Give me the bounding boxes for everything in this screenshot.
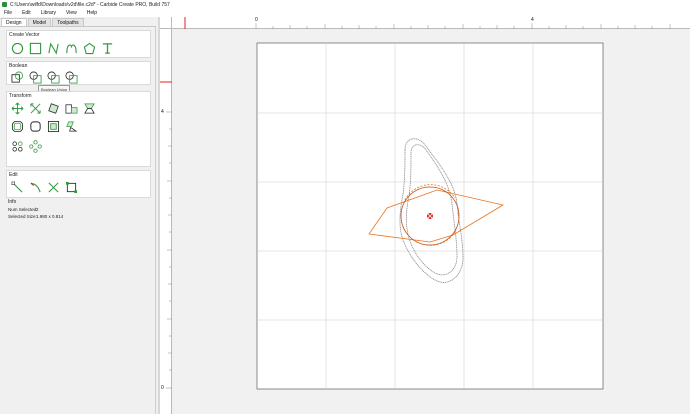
mirror-icon[interactable]	[82, 101, 96, 115]
rectangle-tool-icon[interactable]	[28, 41, 42, 55]
transform-section: Transform	[6, 91, 151, 167]
app-icon	[2, 2, 7, 7]
cut-icon[interactable]	[46, 180, 60, 194]
info-section: Info Num Selected: 2 Selected Size: 1.98…	[6, 198, 151, 222]
edit-title: Edit	[9, 172, 18, 178]
curve-tool-icon[interactable]	[64, 41, 78, 55]
menu-file[interactable]: File	[4, 10, 12, 16]
ruler-corner	[160, 17, 172, 29]
group-icon[interactable]	[46, 119, 60, 133]
window-title: C:\Users\wilfd\Downloads\v2d\file.c2d* -…	[10, 1, 170, 8]
tab-design[interactable]: Design	[1, 18, 27, 26]
create-vector-section: Create Vector	[6, 30, 151, 58]
selected-size-value: 1.980 x 0.814	[36, 214, 64, 219]
menu-view[interactable]: View	[66, 10, 77, 16]
circle-array-icon[interactable]	[28, 139, 42, 153]
ruler-left-label-0: 0	[161, 385, 164, 391]
num-selected-label: Num Selected:	[8, 207, 38, 212]
panel-tabs: Design Model Toolpaths	[0, 18, 156, 27]
boolean-section: Boolean	[6, 61, 151, 85]
menu-library[interactable]: Library	[41, 10, 56, 16]
menu-edit[interactable]: Edit	[22, 10, 31, 16]
bounding-box-icon[interactable]	[64, 180, 78, 194]
node-edit-icon[interactable]	[10, 180, 24, 194]
text-tool-icon[interactable]	[100, 41, 114, 55]
tab-toolpaths[interactable]: Toolpaths	[52, 18, 84, 26]
circle-tool-icon[interactable]	[10, 41, 24, 55]
num-selected-value: 2	[36, 207, 39, 212]
ruler-top-label-4: 4	[531, 17, 534, 23]
menu-bar: File Edit Library View Help	[0, 9, 690, 17]
tab-model[interactable]: Model	[27, 18, 52, 26]
selected-size-label: Selected Size:	[8, 214, 37, 219]
boolean-intersect-icon[interactable]	[46, 70, 60, 84]
array-icon[interactable]	[10, 139, 24, 153]
ruler-top: 0 4	[172, 17, 690, 29]
design-canvas[interactable]	[173, 30, 690, 414]
menu-help[interactable]: Help	[87, 10, 97, 16]
join-icon[interactable]	[64, 119, 78, 133]
title-bar: C:\Users\wilfd\Downloads\v2d\file.c2d* -…	[0, 0, 690, 9]
transform-title: Transform	[9, 93, 32, 99]
scale-icon[interactable]	[28, 101, 42, 115]
create-vector-title: Create Vector	[9, 32, 40, 38]
fillet-icon[interactable]	[28, 119, 42, 133]
ruler-left-label-4: 4	[161, 109, 164, 115]
edit-section: Edit	[6, 170, 151, 198]
ruler-top-label-0: 0	[255, 17, 258, 23]
ruler-left: 4 0	[160, 29, 172, 414]
move-icon[interactable]	[10, 101, 24, 115]
info-title: Info	[8, 199, 17, 205]
rotate-icon[interactable]	[46, 101, 60, 115]
boolean-subtract-icon[interactable]	[28, 70, 42, 84]
boolean-weld-icon[interactable]	[64, 70, 78, 84]
trim-icon[interactable]	[28, 180, 42, 194]
polygon-tool-icon[interactable]	[82, 41, 96, 55]
align-icon[interactable]	[64, 101, 78, 115]
boolean-title: Boolean	[9, 63, 28, 69]
offset-icon[interactable]	[10, 119, 24, 133]
boolean-union-icon[interactable]	[10, 70, 24, 84]
selection-center-marker	[426, 212, 434, 220]
polyline-tool-icon[interactable]	[46, 41, 60, 55]
design-panel: Create Vector Boolean Boolean Union Tran…	[0, 27, 156, 414]
